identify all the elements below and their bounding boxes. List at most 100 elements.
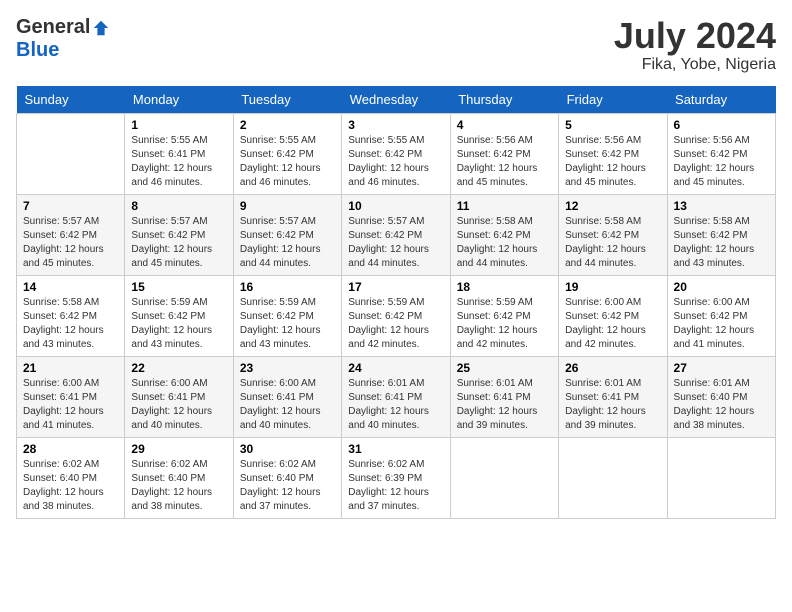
day-cell: 19Sunrise: 6:00 AMSunset: 6:42 PMDayligh… bbox=[559, 275, 667, 356]
day-cell bbox=[667, 437, 775, 518]
page-header: General Blue July 2024 Fika, Yobe, Niger… bbox=[16, 16, 776, 74]
day-info: Sunrise: 6:01 AMSunset: 6:41 PMDaylight:… bbox=[457, 377, 552, 433]
day-info: Sunrise: 5:58 AMSunset: 6:42 PMDaylight:… bbox=[565, 215, 660, 271]
day-number: 6 bbox=[674, 118, 769, 132]
day-cell: 15Sunrise: 5:59 AMSunset: 6:42 PMDayligh… bbox=[125, 275, 233, 356]
day-info: Sunrise: 5:58 AMSunset: 6:42 PMDaylight:… bbox=[457, 215, 552, 271]
calendar-table: SundayMondayTuesdayWednesdayThursdayFrid… bbox=[16, 86, 776, 519]
day-info: Sunrise: 5:55 AMSunset: 6:42 PMDaylight:… bbox=[348, 134, 443, 190]
logo-icon bbox=[92, 19, 110, 37]
day-cell bbox=[17, 113, 125, 194]
day-cell: 20 Sunrise: 6:00 AMSunset: 6:42 PMDayligh… bbox=[667, 275, 775, 356]
logo-general-text: General bbox=[16, 16, 90, 39]
day-cell: 12Sunrise: 5:58 AMSunset: 6:42 PMDayligh… bbox=[559, 194, 667, 275]
day-cell: 11 Sunrise: 5:58 AMSunset: 6:42 PMDayligh… bbox=[450, 194, 558, 275]
day-cell: 16Sunrise: 5:59 AMSunset: 6:42 PMDayligh… bbox=[233, 275, 341, 356]
day-info: Sunrise: 5:55 AMSunset: 6:42 PMDaylight:… bbox=[240, 134, 335, 190]
day-number: 9 bbox=[240, 199, 335, 213]
day-cell: 13 Sunrise: 5:58 AMSunset: 6:42 PMDayligh… bbox=[667, 194, 775, 275]
week-row-3: 14 Sunrise: 5:58 AMSunset: 6:42 PMDayligh… bbox=[17, 275, 776, 356]
day-info: Sunrise: 5:58 AMSunset: 6:42 PMDaylight:… bbox=[23, 296, 118, 352]
day-info: Sunrise: 6:01 AMSunset: 6:40 PMDaylight:… bbox=[674, 377, 769, 433]
day-cell: 2 Sunrise: 5:55 AMSunset: 6:42 PMDaylight… bbox=[233, 113, 341, 194]
day-info: Sunrise: 6:02 AMSunset: 6:39 PMDaylight:… bbox=[348, 458, 443, 514]
day-number: 24 bbox=[348, 361, 443, 375]
day-number: 1 bbox=[131, 118, 226, 132]
day-info: Sunrise: 6:02 AMSunset: 6:40 PMDaylight:… bbox=[240, 458, 335, 514]
day-number: 26 bbox=[565, 361, 660, 375]
day-number: 14 bbox=[23, 280, 118, 294]
day-cell bbox=[559, 437, 667, 518]
day-info: Sunrise: 5:56 AMSunset: 6:42 PMDaylight:… bbox=[565, 134, 660, 190]
day-info: Sunrise: 6:00 AMSunset: 6:42 PMDaylight:… bbox=[674, 296, 769, 352]
day-info: Sunrise: 5:59 AMSunset: 6:42 PMDaylight:… bbox=[457, 296, 552, 352]
location-title: Fika, Yobe, Nigeria bbox=[614, 56, 776, 74]
logo: General Blue bbox=[16, 16, 110, 62]
day-cell: 22Sunrise: 6:00 AMSunset: 6:41 PMDayligh… bbox=[125, 356, 233, 437]
day-number: 11 bbox=[457, 199, 552, 213]
day-info: Sunrise: 5:57 AMSunset: 6:42 PMDaylight:… bbox=[348, 215, 443, 271]
day-number: 30 bbox=[240, 442, 335, 456]
day-info: Sunrise: 5:59 AMSunset: 6:42 PMDaylight:… bbox=[131, 296, 226, 352]
day-cell: 28Sunrise: 6:02 AMSunset: 6:40 PMDayligh… bbox=[17, 437, 125, 518]
day-number: 5 bbox=[565, 118, 660, 132]
day-cell: 29 Sunrise: 6:02 AMSunset: 6:40 PMDayligh… bbox=[125, 437, 233, 518]
day-number: 13 bbox=[674, 199, 769, 213]
day-header-friday: Friday bbox=[559, 86, 667, 114]
day-number: 7 bbox=[23, 199, 118, 213]
title-area: July 2024 Fika, Yobe, Nigeria bbox=[614, 16, 776, 74]
day-number: 23 bbox=[240, 361, 335, 375]
day-number: 2 bbox=[240, 118, 335, 132]
week-row-1: 1 Sunrise: 5:55 AMSunset: 6:41 PMDaylight… bbox=[17, 113, 776, 194]
day-cell: 5 Sunrise: 5:56 AMSunset: 6:42 PMDaylight… bbox=[559, 113, 667, 194]
day-number: 18 bbox=[457, 280, 552, 294]
day-info: Sunrise: 5:57 AMSunset: 6:42 PMDaylight:… bbox=[240, 215, 335, 271]
day-header-wednesday: Wednesday bbox=[342, 86, 450, 114]
day-cell: 6 Sunrise: 5:56 AMSunset: 6:42 PMDaylight… bbox=[667, 113, 775, 194]
day-cell bbox=[450, 437, 558, 518]
day-info: Sunrise: 5:57 AMSunset: 6:42 PMDaylight:… bbox=[23, 215, 118, 271]
day-cell: 4Sunrise: 5:56 AMSunset: 6:42 PMDaylight… bbox=[450, 113, 558, 194]
day-cell: 31 Sunrise: 6:02 AMSunset: 6:39 PMDayligh… bbox=[342, 437, 450, 518]
day-info: Sunrise: 5:56 AMSunset: 6:42 PMDaylight:… bbox=[674, 134, 769, 190]
week-row-2: 7 Sunrise: 5:57 AMSunset: 6:42 PMDaylight… bbox=[17, 194, 776, 275]
day-info: Sunrise: 6:00 AMSunset: 6:41 PMDaylight:… bbox=[240, 377, 335, 433]
day-info: Sunrise: 5:57 AMSunset: 6:42 PMDaylight:… bbox=[131, 215, 226, 271]
logo-blue-text: Blue bbox=[16, 39, 59, 61]
day-header-monday: Monday bbox=[125, 86, 233, 114]
day-number: 8 bbox=[131, 199, 226, 213]
day-info: Sunrise: 6:02 AMSunset: 6:40 PMDaylight:… bbox=[23, 458, 118, 514]
day-info: Sunrise: 6:02 AMSunset: 6:40 PMDaylight:… bbox=[131, 458, 226, 514]
day-number: 17 bbox=[348, 280, 443, 294]
day-info: Sunrise: 6:00 AMSunset: 6:41 PMDaylight:… bbox=[23, 377, 118, 433]
week-row-4: 21 Sunrise: 6:00 AMSunset: 6:41 PMDayligh… bbox=[17, 356, 776, 437]
day-cell: 23 Sunrise: 6:00 AMSunset: 6:41 PMDayligh… bbox=[233, 356, 341, 437]
day-info: Sunrise: 6:01 AMSunset: 6:41 PMDaylight:… bbox=[348, 377, 443, 433]
day-info: Sunrise: 6:00 AMSunset: 6:41 PMDaylight:… bbox=[131, 377, 226, 433]
day-info: Sunrise: 5:59 AMSunset: 6:42 PMDaylight:… bbox=[240, 296, 335, 352]
day-number: 20 bbox=[674, 280, 769, 294]
day-header-tuesday: Tuesday bbox=[233, 86, 341, 114]
day-number: 21 bbox=[23, 361, 118, 375]
day-cell: 26 Sunrise: 6:01 AMSunset: 6:41 PMDayligh… bbox=[559, 356, 667, 437]
day-info: Sunrise: 5:58 AMSunset: 6:42 PMDaylight:… bbox=[674, 215, 769, 271]
day-info: Sunrise: 5:59 AMSunset: 6:42 PMDaylight:… bbox=[348, 296, 443, 352]
day-number: 29 bbox=[131, 442, 226, 456]
header-row: SundayMondayTuesdayWednesdayThursdayFrid… bbox=[17, 86, 776, 114]
day-cell: 25Sunrise: 6:01 AMSunset: 6:41 PMDayligh… bbox=[450, 356, 558, 437]
day-info: Sunrise: 6:00 AMSunset: 6:42 PMDaylight:… bbox=[565, 296, 660, 352]
day-number: 27 bbox=[674, 361, 769, 375]
day-cell: 30 Sunrise: 6:02 AMSunset: 6:40 PMDayligh… bbox=[233, 437, 341, 518]
month-title: July 2024 bbox=[614, 16, 776, 56]
day-cell: 9 Sunrise: 5:57 AMSunset: 6:42 PMDaylight… bbox=[233, 194, 341, 275]
day-cell: 18 Sunrise: 5:59 AMSunset: 6:42 PMDayligh… bbox=[450, 275, 558, 356]
day-cell: 17 Sunrise: 5:59 AMSunset: 6:42 PMDayligh… bbox=[342, 275, 450, 356]
day-cell: 10 Sunrise: 5:57 AMSunset: 6:42 PMDayligh… bbox=[342, 194, 450, 275]
day-info: Sunrise: 6:01 AMSunset: 6:41 PMDaylight:… bbox=[565, 377, 660, 433]
day-cell: 1 Sunrise: 5:55 AMSunset: 6:41 PMDaylight… bbox=[125, 113, 233, 194]
day-number: 31 bbox=[348, 442, 443, 456]
day-cell: 8 Sunrise: 5:57 AMSunset: 6:42 PMDaylight… bbox=[125, 194, 233, 275]
day-info: Sunrise: 5:55 AMSunset: 6:41 PMDaylight:… bbox=[131, 134, 226, 190]
day-number: 10 bbox=[348, 199, 443, 213]
day-header-thursday: Thursday bbox=[450, 86, 558, 114]
